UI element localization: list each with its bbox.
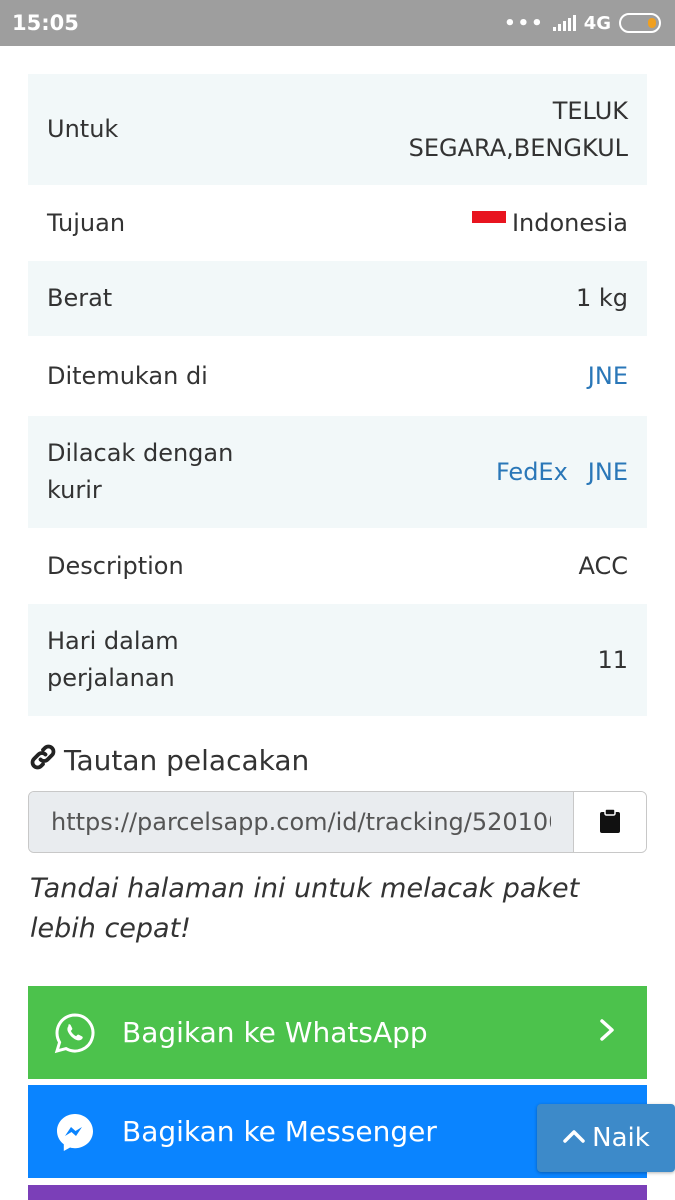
detail-row-dilacak: Dilacak dengan kurir FedEx JNE: [28, 416, 647, 528]
back-to-top-label: Naik: [592, 1123, 650, 1153]
tracking-link-heading: Tautan pelacakan: [28, 742, 309, 779]
page-content: Untuk TELUK SEGARA,BENGKUL Tujuan Indone…: [0, 46, 675, 1200]
indonesia-flag-icon: [471, 211, 506, 235]
detail-label: Tujuan: [47, 208, 126, 237]
clipboard-icon: [599, 807, 621, 837]
tracking-link-title: Tautan pelacakan: [64, 744, 310, 777]
weight-value: 1 kg: [575, 284, 628, 312]
chevron-right-icon: [597, 1016, 621, 1049]
bookmark-hint: Tandai halaman ini untuk melacak paket l…: [30, 873, 580, 944]
detail-row-hari: Hari dalam perjalanan 11: [28, 604, 647, 716]
back-to-top-button[interactable]: Naik: [537, 1104, 675, 1172]
description-value: ACC: [578, 551, 628, 580]
detail-label: Ditemukan di: [47, 361, 208, 390]
tracking-url-input[interactable]: [29, 792, 574, 852]
status-bar: 15:05 ••• 4G: [0, 0, 675, 46]
messenger-icon: [54, 1111, 96, 1153]
detail-label: Dilacak dengan kurir: [47, 439, 234, 504]
link-icon: [28, 742, 58, 779]
network-type: 4G: [583, 12, 611, 34]
detail-value: FedEx JNE: [496, 454, 628, 491]
courier-link-fedex[interactable]: FedEx: [496, 454, 568, 491]
days-in-transit-value: 11: [597, 645, 628, 674]
detail-value: Indonesia: [471, 205, 628, 242]
detail-value: TELUK SEGARA,BENGKUL: [409, 93, 628, 167]
detail-row-untuk: Untuk TELUK SEGARA,BENGKUL: [28, 74, 647, 185]
detail-row-description: Description ACC: [28, 528, 647, 604]
courier-link-jne[interactable]: JNE: [588, 454, 628, 491]
detail-label: Untuk: [47, 115, 119, 143]
chevron-up-icon: [562, 1123, 586, 1153]
detail-row-tujuan: Tujuan Indonesia: [28, 185, 647, 261]
battery-icon: [619, 13, 661, 33]
notification-dots-icon: •••: [504, 12, 545, 34]
detail-label: Description: [47, 551, 184, 580]
whatsapp-icon: [54, 1012, 96, 1054]
destination-city: TELUK SEGARA,BENGKUL: [408, 96, 628, 162]
destination-country: Indonesia: [511, 208, 628, 237]
parcel-details-table: Untuk TELUK SEGARA,BENGKUL Tujuan Indone…: [28, 74, 647, 716]
status-time: 15:05: [12, 11, 79, 35]
detail-row-ditemukan: Ditemukan di JNE: [28, 336, 647, 416]
detail-value: JNE: [588, 358, 628, 395]
tracking-url-group: [28, 791, 647, 853]
courier-link-jne[interactable]: JNE: [588, 358, 628, 395]
share-whatsapp-label: Bagikan ke WhatsApp: [122, 1016, 428, 1049]
signal-icon: [552, 15, 576, 31]
status-icons: ••• 4G: [504, 13, 661, 34]
share-whatsapp-button[interactable]: Bagikan ke WhatsApp: [28, 986, 647, 1079]
share-more-button[interactable]: [28, 1185, 647, 1200]
detail-row-berat: Berat 1 kg: [28, 261, 647, 336]
copy-button[interactable]: [574, 792, 646, 852]
detail-label: Berat: [47, 284, 113, 312]
detail-label: Hari dalam perjalanan: [47, 627, 179, 692]
